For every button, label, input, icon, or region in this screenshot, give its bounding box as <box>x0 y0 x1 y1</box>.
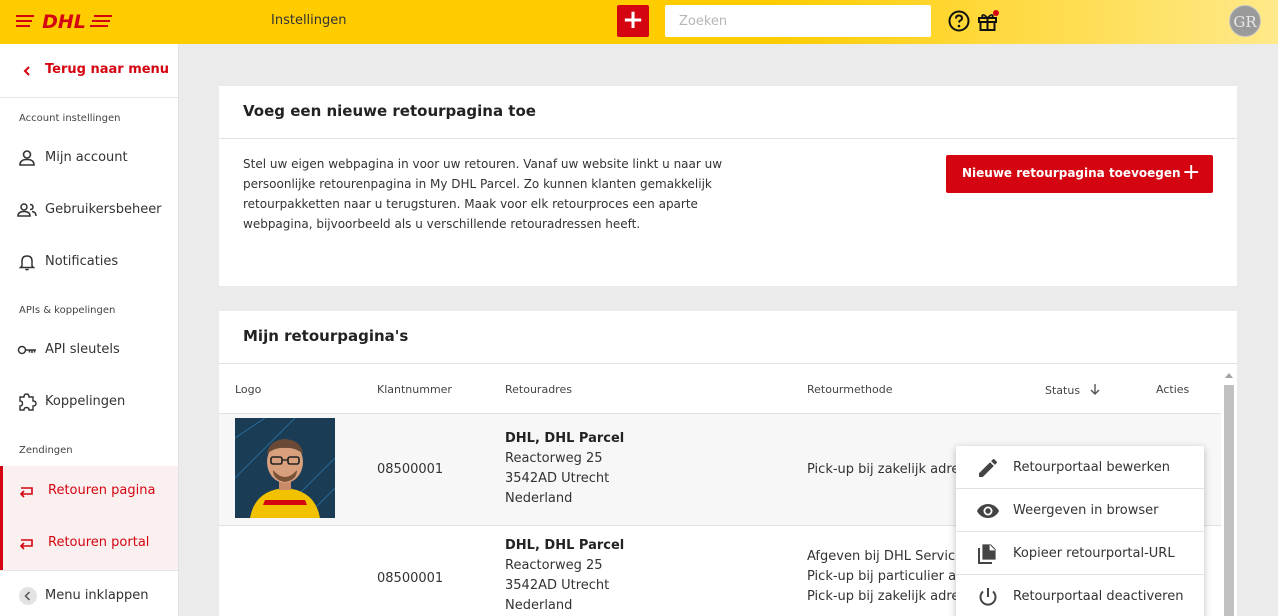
copy-icon <box>978 543 997 564</box>
top-bar: DHL Instellingen + GR <box>0 0 1278 44</box>
sidebar-item-mijn-account[interactable]: Mijn account <box>0 133 178 185</box>
sidebar-item-gebruikersbeheer[interactable]: Gebruikersbeheer <box>0 185 178 237</box>
chevron-left-icon <box>19 587 37 605</box>
menu-item-copy-url[interactable]: Kopieer retourportal-URL <box>956 532 1204 575</box>
arrow-down-icon <box>1090 384 1100 395</box>
address-line: Reactorweg 25 <box>505 558 603 573</box>
column-header-retourmethode: Retourmethode <box>807 383 893 396</box>
page-title: Instellingen <box>271 13 347 28</box>
column-header-logo: Logo <box>235 383 262 396</box>
key-icon <box>17 345 36 355</box>
actions-menu: Retourportaal bewerken Weergeven in brow… <box>956 446 1204 616</box>
return-method: Pick-up bij zakelijk adres <box>807 589 967 604</box>
sidebar-item-retouren-pagina[interactable]: Retouren pagina <box>0 466 178 518</box>
collapse-label: Menu inklappen <box>45 588 149 603</box>
return-icon <box>19 539 33 550</box>
chevron-left-icon <box>23 66 30 76</box>
sidebar-item-notificaties[interactable]: Notificaties <box>0 237 178 289</box>
menu-item-edit-portal[interactable]: Retourportaal bewerken <box>956 446 1204 489</box>
address-name: DHL, DHL Parcel <box>505 536 624 556</box>
collapse-menu-button[interactable]: Menu inklappen <box>0 570 178 616</box>
return-method: Afgeven bij DHL Service <box>807 549 964 564</box>
sidebar-item-label: Mijn account <box>45 150 128 165</box>
address-line: DHL, DHL Parcel <box>505 431 625 446</box>
eye-icon <box>977 504 999 518</box>
sidebar-item-label: API sleutels <box>45 342 120 357</box>
column-label: Status <box>1045 384 1081 397</box>
help-icon[interactable] <box>948 10 970 32</box>
add-return-page-button[interactable]: Nieuwe retourpagina toevoegen + <box>946 155 1213 193</box>
menu-item-deactivate-portal[interactable]: Retourportaal deactiveren <box>956 575 1204 616</box>
plus-icon: + <box>1182 160 1201 185</box>
return-method: Pick-up bij particulier ad <box>807 569 965 584</box>
column-header-klantnummer: Klantnummer <box>377 383 452 396</box>
sidebar-item-label: Gebruikersbeheer <box>45 202 162 217</box>
sidebar-item-retouren-portal[interactable]: Retouren portal <box>0 518 178 570</box>
gift-icon[interactable] <box>976 9 1000 33</box>
address-line: DHL, DHL Parcel <box>505 538 625 553</box>
return-icon <box>19 487 33 498</box>
klantnummer-value: 08500001 <box>377 571 444 586</box>
button-label: Nieuwe retourpagina toevoegen <box>962 166 1181 180</box>
users-icon <box>17 203 37 217</box>
sidebar-item-api-sleutels[interactable]: API sleutels <box>0 325 178 377</box>
logo-text: DHL <box>42 11 86 32</box>
card-title: Voeg een nieuwe retourpagina toe <box>243 102 536 120</box>
address-line: Nederland <box>505 491 573 506</box>
create-shipment-button[interactable]: + <box>617 5 649 37</box>
column-header-retouradres: Retouradres <box>505 383 572 396</box>
menu-item-label: Retourportaal bewerken <box>1013 460 1170 475</box>
scrollbar-thumb[interactable] <box>1224 385 1234 616</box>
back-to-menu-link[interactable]: Terug naar menu <box>0 44 178 98</box>
sidebar-item-label: Notificaties <box>45 254 119 269</box>
address-line: 3542AD Utrecht <box>505 471 610 486</box>
scroll-up-arrow[interactable] <box>1225 373 1233 378</box>
address-line: Reactorweg 25 <box>505 451 603 466</box>
address-line: Nederland <box>505 598 573 613</box>
search-input[interactable] <box>665 5 931 37</box>
logo-image <box>235 418 335 518</box>
dhl-logo[interactable]: DHL <box>16 10 112 32</box>
scrollbar[interactable] <box>1222 371 1234 616</box>
address-line: 3542AD Utrecht <box>505 578 610 593</box>
puzzle-icon <box>19 393 37 411</box>
column-header-acties: Acties <box>1156 383 1190 396</box>
klantnummer-value: 08500001 <box>377 462 444 477</box>
back-label: Terug naar menu <box>45 62 170 77</box>
add-return-page-card: Voeg een nieuwe retourpagina toe Stel uw… <box>219 86 1237 286</box>
section-label-apis: APIs & koppelingen <box>19 305 116 316</box>
pencil-icon <box>979 458 998 477</box>
sidebar-item-label: Retouren pagina <box>48 483 156 498</box>
menu-item-view-in-browser[interactable]: Weergeven in browser <box>956 489 1204 532</box>
card-title: Mijn retourpagina's <box>243 327 409 345</box>
column-header-status[interactable]: Status <box>1045 383 1101 397</box>
menu-item-label: Weergeven in browser <box>1013 503 1159 518</box>
sidebar: Terug naar menu Account instellingen Mij… <box>0 44 179 616</box>
card-description: Stel uw eigen webpagina in voor uw retou… <box>243 157 723 231</box>
avatar[interactable]: GR <box>1229 5 1261 37</box>
sidebar-item-label: Retouren portal <box>48 535 150 550</box>
sidebar-item-label: Koppelingen <box>45 394 126 409</box>
user-icon <box>19 150 35 166</box>
power-icon <box>979 588 997 606</box>
menu-item-label: Retourportaal deactiveren <box>1013 589 1184 604</box>
sidebar-item-koppelingen[interactable]: Koppelingen <box>0 377 178 429</box>
section-label-account: Account instellingen <box>19 113 121 124</box>
address-name: DHL, DHL Parcel <box>505 429 624 449</box>
menu-item-label: Kopieer retourportal-URL <box>1013 546 1175 561</box>
return-method: Pick-up bij zakelijk adres <box>807 462 967 477</box>
bell-icon <box>18 255 36 271</box>
section-label-zendingen: Zendingen <box>19 445 73 456</box>
divider <box>219 138 1237 139</box>
divider <box>219 363 1237 364</box>
